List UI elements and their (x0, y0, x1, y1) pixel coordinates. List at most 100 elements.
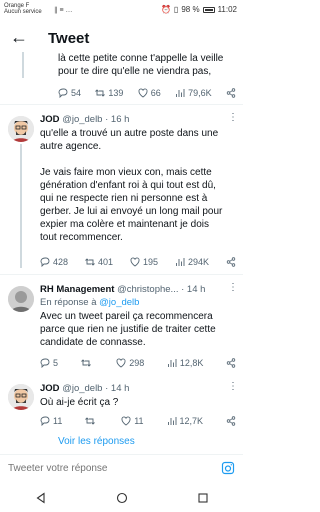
see-replies-link[interactable]: Voir les réponses (58, 436, 135, 447)
share-button[interactable] (226, 88, 236, 98)
retweet-icon (85, 258, 95, 266)
like-count: 11 (134, 416, 144, 426)
reply-count: 5 (53, 358, 59, 368)
more-options-icon[interactable]: ⋮ (228, 112, 238, 123)
reply-count: 11 (53, 416, 63, 426)
views-icon (167, 417, 176, 425)
thread-line (20, 144, 22, 268)
tweet-header: RH Management @christophe... · 14 h (40, 284, 205, 295)
author-name[interactable]: JOD (40, 114, 60, 125)
tweet-actions: 428 401 195 294K (40, 257, 236, 267)
views-icon (176, 258, 185, 266)
retweet-button[interactable]: 401 (85, 257, 113, 267)
tweet-paragraph: qu'elle a trouvé un autre poste dans une… (40, 128, 219, 152)
page-title: Tweet (48, 30, 90, 47)
avatar-jod[interactable] (8, 384, 34, 410)
views-button[interactable]: 12,7K (167, 416, 204, 426)
reply-context: En réponse à @jo_delb (40, 296, 220, 309)
more-options-icon[interactable]: ⋮ (228, 381, 238, 392)
back-arrow-icon[interactable]: ← (10, 28, 28, 46)
retweet-icon (80, 359, 91, 367)
author-name[interactable]: RH Management (40, 284, 114, 295)
retweet-icon (95, 89, 106, 97)
camera-icon[interactable] (221, 461, 235, 475)
reply-icon (40, 257, 50, 267)
share-icon (226, 416, 236, 426)
heart-icon (116, 358, 126, 368)
retweet-icon (85, 417, 96, 425)
tweet-text: Où ai-je écrit ça ? (40, 397, 119, 408)
reply-button[interactable]: 11 (40, 416, 62, 426)
back-triangle-icon[interactable] (35, 492, 47, 504)
author-name[interactable]: JOD (40, 383, 60, 394)
system-nav-bar (0, 484, 243, 512)
views-icon (176, 89, 185, 97)
views-button[interactable]: 294K (175, 257, 209, 267)
like-button[interactable]: 66 (138, 88, 161, 98)
retweet-count: 401 (98, 257, 114, 267)
view-count: 294K (188, 257, 210, 267)
author-handle[interactable]: @christophe... (117, 284, 178, 295)
tweet-time: · 16 h (105, 114, 130, 125)
thread-line (22, 52, 24, 78)
retweet-button[interactable] (85, 416, 98, 426)
status-bar: Orange F Aucun service ∥ ≡ … ⏰ ▯ 98 % 11… (0, 0, 243, 22)
reply-button[interactable]: 428 (40, 257, 68, 267)
share-button[interactable] (226, 416, 236, 426)
share-button[interactable] (226, 257, 236, 267)
heart-icon (130, 257, 140, 267)
tweet-paragraph: Je vais faire mon vieux con, mais cette … (40, 167, 223, 243)
reply-input[interactable] (8, 463, 188, 474)
heart-icon (121, 416, 131, 426)
divider (0, 274, 243, 275)
clock-time: 11:02 (217, 5, 237, 14)
like-button[interactable]: 298 (116, 358, 144, 368)
tweet-text: Avec un tweet pareil ça recommencera par… (40, 311, 216, 348)
tweet-header: JOD @jo_delb · 14 h (40, 383, 129, 394)
continued-actions: 54 139 66 79,6K (58, 88, 236, 98)
share-icon (226, 257, 236, 267)
signal-icons: ∥ ≡ … (54, 7, 73, 14)
carrier-info: Orange F Aucun service (4, 3, 42, 15)
avatar-jod[interactable] (8, 116, 34, 142)
like-button[interactable]: 195 (130, 257, 158, 267)
alarm-icon: ⏰ (160, 5, 171, 14)
home-circle-icon[interactable] (116, 492, 128, 504)
share-button[interactable] (226, 358, 236, 368)
author-handle[interactable]: @jo_delb (62, 114, 102, 125)
carrier-service: Aucun service (4, 9, 42, 15)
tweet-text: qu'elle a trouvé un autre poste dans une… (40, 127, 226, 244)
share-icon (226, 88, 236, 98)
view-count: 12,8K (179, 358, 204, 368)
reply-icon (40, 416, 50, 426)
reply-button[interactable]: 5 (40, 358, 58, 368)
tweet-text-continued: là cette petite conne t'appelle la veill… (58, 53, 224, 77)
view-count: 12,7K (179, 416, 204, 426)
recents-square-icon[interactable] (197, 492, 209, 504)
retweet-count: 139 (108, 88, 124, 98)
heart-icon (138, 88, 148, 98)
tweet-header: JOD @jo_delb · 16 h (40, 114, 129, 125)
like-count: 66 (150, 88, 161, 98)
tweet-time: · 14 h (105, 383, 130, 394)
reply-count: 428 (53, 257, 69, 267)
status-right: ⏰ ▯ 98 % 11:02 (161, 5, 237, 14)
more-options-icon[interactable]: ⋮ (228, 282, 238, 293)
retweet-button[interactable] (80, 358, 94, 368)
reply-icon (58, 88, 68, 98)
top-header: ← Tweet (0, 24, 243, 52)
like-count: 195 (143, 257, 159, 267)
battery-icon (202, 6, 215, 13)
views-button[interactable]: 12,8K (167, 358, 204, 368)
divider (0, 104, 243, 105)
reply-icon (40, 358, 50, 368)
like-button[interactable]: 11 (121, 416, 144, 426)
compose-bar (0, 454, 243, 480)
views-button[interactable]: 79,6K (175, 88, 212, 98)
reply-button[interactable]: 54 (58, 88, 81, 98)
avatar-rh-management[interactable] (8, 286, 34, 312)
reply-to-handle[interactable]: @jo_delb (99, 297, 139, 308)
share-icon (226, 358, 236, 368)
retweet-button[interactable]: 139 (95, 88, 123, 98)
author-handle[interactable]: @jo_delb (62, 383, 102, 394)
